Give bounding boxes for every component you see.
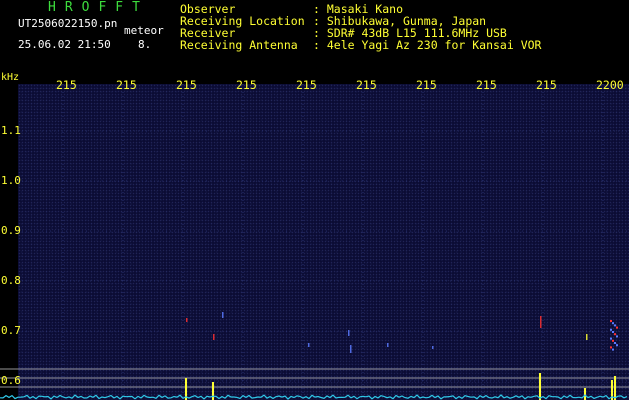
echo-cluster-dot (612, 322, 614, 325)
y-label-0-6: 0.6 (1, 374, 21, 387)
time-label-9: 215 (536, 78, 557, 92)
meteor-echo (432, 346, 434, 349)
y-label-0-7: 0.7 (1, 324, 21, 337)
meteor-echo (540, 316, 542, 328)
echo-cluster-dot (612, 348, 614, 351)
time-label-5: 215 (296, 78, 317, 92)
hrofft-window: HROFFT UT2506022150.pn meteor 25.06.02 2… (0, 0, 629, 400)
meteor-echo (222, 312, 224, 318)
meteor-echo (186, 318, 188, 322)
time-label-3: 215 (176, 78, 197, 92)
echo-cluster-dot (614, 333, 616, 336)
y-label-0-9: 0.9 (1, 224, 21, 237)
echo-cluster-dot (616, 326, 618, 329)
echo-cluster-dot (612, 331, 614, 333)
y-axis-unit: kHz (1, 72, 20, 83)
meteor-echo (350, 345, 352, 353)
time-label-1: 215 (56, 78, 77, 92)
time-label-2: 215 (116, 78, 137, 92)
time-label-4: 215 (236, 78, 257, 92)
meteor-echo (213, 334, 215, 340)
noise-trace (0, 394, 628, 400)
meteor-echo (387, 343, 389, 347)
time-label-6: 215 (356, 78, 377, 92)
echo-cluster-dot (612, 339, 614, 342)
echo-cluster-dot (616, 335, 618, 338)
meteor-echo (348, 330, 350, 336)
meteor-echo (308, 343, 310, 347)
echo-cluster-dot (616, 344, 618, 347)
y-label-1-0: 1.0 (1, 174, 21, 187)
echo-cluster-dot (610, 320, 612, 322)
meteor-echo (586, 334, 588, 340)
time-label-7: 215 (416, 78, 437, 92)
echo-cluster-dot (614, 324, 616, 327)
echo-cluster-dot (610, 328, 612, 331)
y-label-1-1: 1.1 (1, 124, 21, 137)
echo-cluster-dot (610, 337, 612, 340)
echo-cluster-dot (614, 342, 616, 344)
echo-cluster-dot (610, 346, 612, 349)
y-label-0-8: 0.8 (1, 274, 21, 287)
time-label-10: 2200 (596, 78, 624, 92)
time-label-8: 215 (476, 78, 497, 92)
spectrogram-overlay (0, 84, 629, 400)
